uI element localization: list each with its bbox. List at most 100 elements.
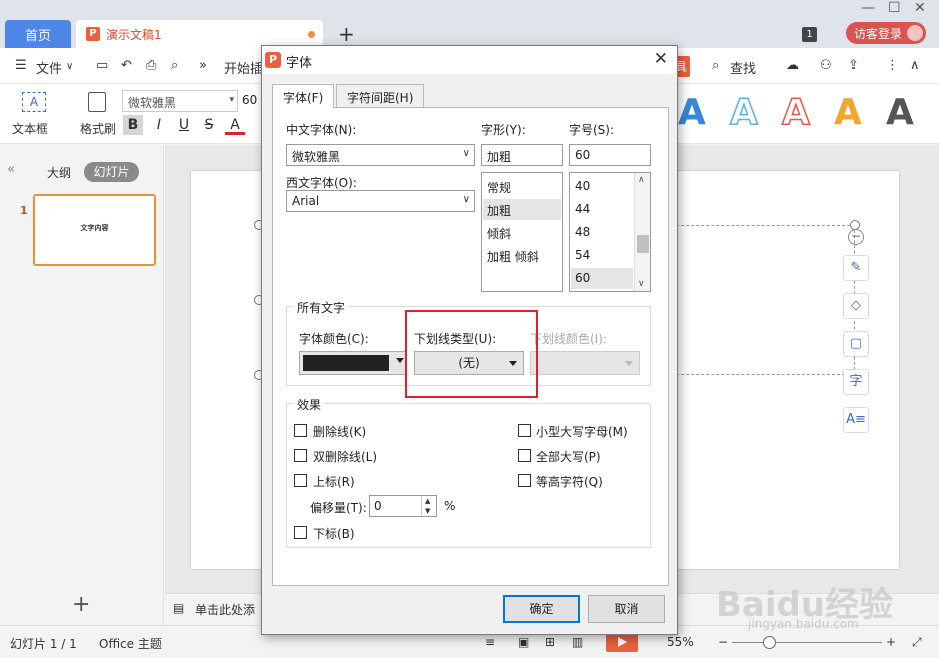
offset-stepper-buttons[interactable]: ▲ ▼ [421,496,436,516]
text-style-icon[interactable]: 字 [843,369,869,395]
double-strikethrough-checkbox[interactable] [294,449,307,462]
new-tab-button[interactable]: + [338,22,355,46]
maximize-icon[interactable]: ☐ [888,0,901,16]
normal-view-icon[interactable]: ▣ [518,635,529,649]
notes-toggle-icon[interactable]: ≡ [485,635,495,649]
wordart-style-2[interactable]: A [729,91,758,134]
zoom-slider-knob[interactable] [763,636,776,649]
font-style-option[interactable]: 加粗 [483,199,561,220]
reading-view-icon[interactable]: ▥ [572,635,583,649]
format-painter-icon[interactable] [88,92,106,112]
font-style-input[interactable]: 加粗 [481,144,563,166]
font-size-scrollbar[interactable]: ∧ ∨ [634,173,650,291]
zoom-level[interactable]: 55% [667,635,694,649]
superscript-checkbox[interactable] [294,474,307,487]
offset-stepper[interactable]: 0 ▲ ▼ [369,495,437,517]
font-color-picker[interactable] [299,351,407,375]
tab-font[interactable]: 字体(F) [272,84,335,108]
wordart-style-3[interactable]: A [781,91,810,134]
wordart-style-4[interactable]: A [834,92,862,133]
double-strikethrough-label[interactable]: 双删除线(L) [313,448,377,465]
font-style-option[interactable]: 倾斜 [483,222,561,243]
font-size-option[interactable]: 40 [571,176,633,197]
menu-file[interactable]: 文件 [36,58,62,77]
tab-slides[interactable]: 幻灯片 [84,162,139,182]
strikethrough-label[interactable]: 删除线(K) [313,423,366,440]
scroll-down-icon[interactable]: ∨ [638,279,645,289]
search-icon[interactable]: ⌕ [712,58,719,73]
tab-char-spacing[interactable]: 字符间距(H) [336,84,425,107]
print-icon[interactable]: ⎙ [146,58,156,73]
hamburger-icon[interactable]: ☰ [15,58,27,73]
strikethrough-button[interactable]: S [199,115,219,135]
window-count-badge[interactable]: 1 [802,27,817,42]
preview-icon[interactable]: ⌕ [171,58,178,73]
font-color-button[interactable]: A [225,115,245,135]
slide-thumbnail[interactable]: 文字内容 [33,194,156,266]
all-caps-label[interactable]: 全部大写(P) [536,448,601,465]
font-size-input[interactable]: 60 [569,144,651,166]
textbox-icon[interactable]: A [22,92,46,112]
font-name-select[interactable]: 微软雅黑 ▾ [122,90,238,112]
scroll-up-icon[interactable]: ∧ [638,175,645,185]
cancel-button[interactable]: 取消 [588,595,665,623]
more-menu-icon[interactable]: ⋮ [886,58,899,73]
fill-icon[interactable]: ◇ [843,293,869,319]
font-size-option[interactable]: 44 [571,199,633,220]
notes-placeholder[interactable]: 单击此处添 [195,601,255,618]
font-size-select[interactable]: 60 [239,90,263,112]
textbox-label[interactable]: 文本框 [12,120,48,137]
small-caps-label[interactable]: 小型大写字母(M) [536,423,628,440]
minimize-icon[interactable]: — [861,0,875,16]
tab-document[interactable]: P 演示文稿1 [76,20,323,48]
bold-button[interactable]: B [123,115,143,135]
save-icon[interactable]: ▭ [96,58,108,73]
dialog-close-icon[interactable]: ✕ [654,49,668,69]
guest-login-button[interactable]: 访客登录 [846,22,926,44]
sorter-view-icon[interactable]: ⊞ [545,635,555,649]
wordart-style-5[interactable]: A [886,92,914,133]
format-painter-label[interactable]: 格式刷 [80,120,116,137]
brush-icon[interactable]: ✎ [843,255,869,281]
collapse-ribbon-icon[interactable]: ∧ [910,58,920,73]
strikethrough-checkbox[interactable] [294,424,307,437]
italic-button[interactable]: I [149,115,169,135]
scroll-thumb[interactable] [637,235,649,253]
add-slide-button[interactable]: + [72,592,90,617]
subscript-checkbox[interactable] [294,526,307,539]
font-size-option[interactable]: 54 [571,245,633,266]
underline-button[interactable]: U [174,115,194,135]
theme-name[interactable]: Office 主题 [99,635,162,652]
stepper-down-icon[interactable]: ▼ [425,507,430,515]
font-size-option[interactable]: 60 [571,268,633,289]
small-caps-checkbox[interactable] [518,424,531,437]
zoom-out-button[interactable]: − [718,635,728,649]
stepper-up-icon[interactable]: ▲ [425,497,430,505]
zoom-slider-track[interactable] [732,642,882,643]
superscript-label[interactable]: 上标(R) [313,473,355,490]
equalize-height-checkbox[interactable] [518,474,531,487]
share-icon[interactable]: ⇪ [848,58,859,73]
fit-window-icon[interactable]: ⤢ [912,635,922,650]
font-style-option[interactable]: 常规 [483,176,561,197]
file-chevron-icon[interactable]: ∨ [66,61,73,72]
collapse-pane-icon[interactable]: « [7,162,15,177]
menu-search[interactable]: 查找 [730,58,756,77]
tab-home[interactable]: 首页 [5,20,71,48]
subscript-label[interactable]: 下标(B) [313,525,355,542]
cloud-icon[interactable]: ☁ [786,58,799,73]
ok-button[interactable]: 确定 [503,595,580,623]
font-style-option[interactable]: 加粗 倾斜 [483,245,561,266]
play-slideshow-button[interactable] [606,632,638,652]
tab-outline[interactable]: 大纲 [47,164,71,181]
menu-start[interactable]: 开始 [224,58,250,77]
user-add-icon[interactable]: ⚇ [820,58,832,73]
zoom-in-button[interactable]: + [886,635,896,649]
text-layout-icon[interactable]: A≡ [843,407,869,433]
font-size-option[interactable]: 48 [571,222,633,243]
window-close-icon[interactable]: ✕ [914,0,926,16]
more-tools-icon[interactable]: » [199,58,207,73]
wordart-style-1[interactable]: A [678,92,706,133]
undo-icon[interactable]: ↶ [121,58,132,73]
border-icon[interactable]: ▢ [843,331,869,357]
